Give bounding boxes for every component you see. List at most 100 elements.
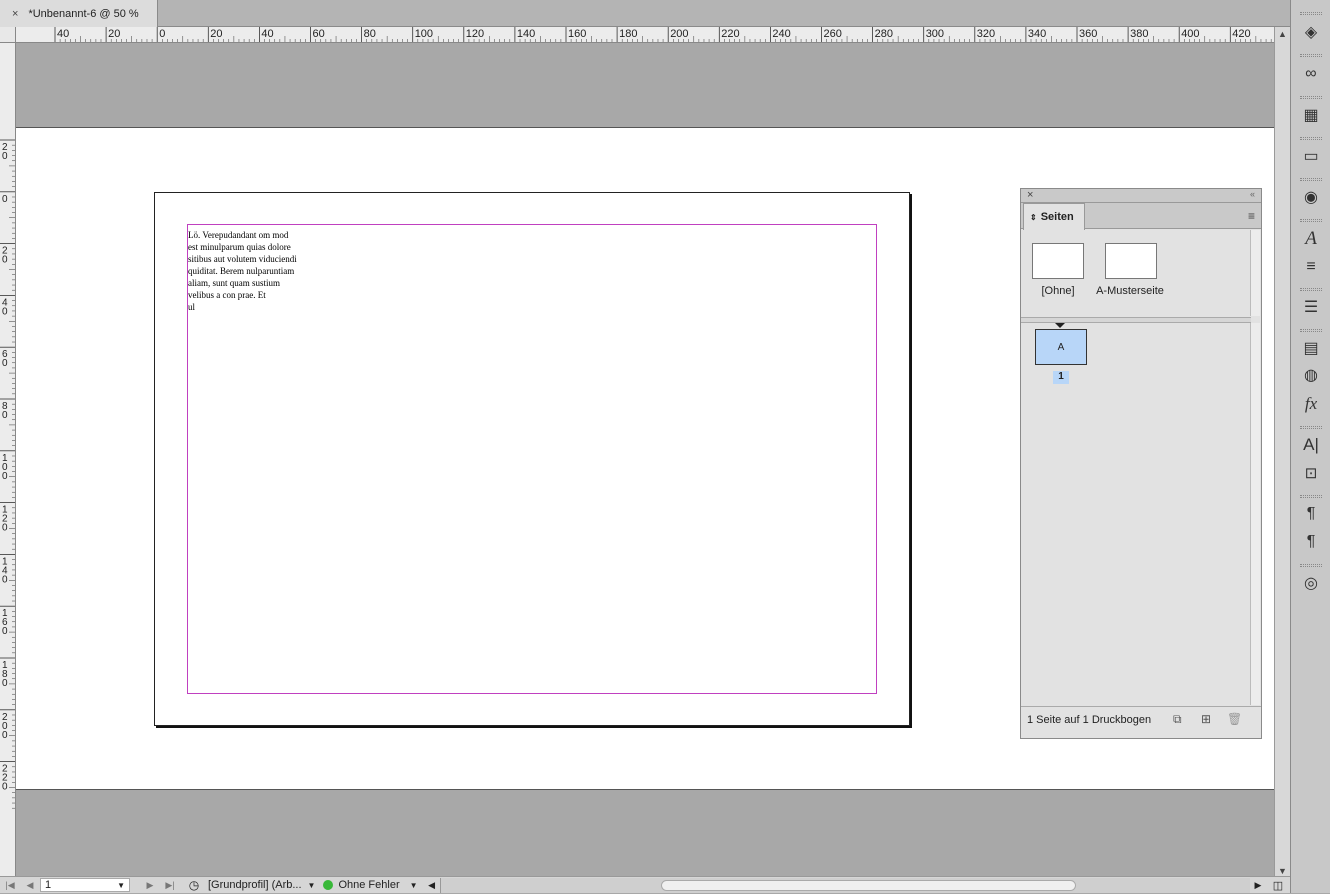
ruler-label: 80 bbox=[364, 28, 376, 40]
panel-menu-icon[interactable]: ≡ bbox=[1248, 209, 1255, 223]
cc-libraries-icon[interactable]: ◎ bbox=[1297, 571, 1325, 595]
panel-footer: 1 Seite auf 1 Druckbogen ⧉ ⊞ 🗑 bbox=[1021, 706, 1261, 738]
page-number-label: 1 bbox=[1053, 371, 1069, 384]
layers-icon[interactable]: ◈ bbox=[1297, 20, 1325, 44]
scroll-down-icon[interactable]: ▼ bbox=[1278, 866, 1287, 876]
swatches-icon[interactable]: ▦ bbox=[1297, 103, 1325, 127]
dock-grip[interactable] bbox=[1300, 426, 1322, 429]
new-page-icon[interactable]: ⊞ bbox=[1201, 712, 1211, 726]
page-count-status: 1 Seite auf 1 Druckbogen bbox=[1027, 714, 1152, 726]
pages-scrollbar[interactable] bbox=[1250, 323, 1260, 705]
text-line: velibus a con prae. Et bbox=[188, 290, 266, 300]
color-icon[interactable]: ◉ bbox=[1297, 185, 1325, 209]
horizontal-scrollbar[interactable] bbox=[439, 877, 1250, 893]
ruler-label: 360 bbox=[1079, 28, 1097, 40]
preflight-status[interactable]: Ohne Fehler ▼ bbox=[323, 877, 423, 894]
pages-panel: × « ⇕ Seiten ≡ [Ohne] A-Musterseite A 1 … bbox=[1020, 188, 1262, 739]
text-line: quiditat. Berem nulparuntiam bbox=[188, 266, 295, 276]
ruler-label: 0 bbox=[2, 358, 8, 369]
preflight-profile[interactable]: [Grundprofil] (Arb... ▼ bbox=[208, 877, 323, 894]
scroll-right-icon[interactable]: ▶ bbox=[1250, 877, 1266, 894]
ruler-label: 0 bbox=[2, 255, 8, 266]
horizontal-ruler[interactable]: 40 20 0 20 40 60 80 100 120 140 160 180 200 220 240 260… bbox=[16, 27, 1274, 43]
ruler-label: 400 bbox=[1181, 28, 1199, 40]
dock-grip[interactable] bbox=[1300, 96, 1322, 99]
preflight-menu-icon[interactable]: ◷ bbox=[180, 877, 208, 894]
gradient-icon[interactable]: ▭ bbox=[1297, 144, 1325, 168]
previous-page-icon[interactable]: ◀ bbox=[20, 877, 40, 894]
page-number-field[interactable]: 1 ▼ bbox=[40, 878, 130, 892]
ruler-label: 140 bbox=[517, 28, 535, 40]
dock-grip[interactable] bbox=[1300, 564, 1322, 567]
vertical-scrollbar[interactable]: ▲ ▼ bbox=[1274, 27, 1290, 878]
edit-page-size-icon[interactable]: ⧉ bbox=[1173, 712, 1182, 727]
dock-grip[interactable] bbox=[1300, 54, 1322, 57]
ruler-label: 420 bbox=[1232, 28, 1250, 40]
dock-grip[interactable] bbox=[1300, 12, 1322, 15]
text-line: aliam, sunt quam sustium bbox=[188, 278, 280, 288]
document-tab[interactable]: × *Unbenannt-6 @ 50 % bbox=[0, 0, 158, 27]
preflight-status-label: Ohne Fehler bbox=[338, 879, 400, 891]
ruler-label: 0 bbox=[2, 782, 8, 793]
spine-marker-icon bbox=[1055, 323, 1065, 328]
text-line: ul bbox=[188, 302, 196, 312]
tab-pages[interactable]: ⇕ Seiten bbox=[1023, 203, 1085, 230]
vertical-ruler[interactable]: 20020406080100120140160180200220 bbox=[0, 43, 16, 878]
ruler-origin[interactable] bbox=[0, 27, 16, 43]
character-styles-icon[interactable]: A bbox=[1297, 227, 1325, 251]
horizontal-scroll-thumb[interactable] bbox=[660, 879, 1076, 891]
effects-icon[interactable]: fx bbox=[1297, 392, 1325, 416]
status-bar: |◀ ◀ 1 ▼ ▶ ▶| ◷ [Grundprofil] (Arb... ▼ … bbox=[0, 876, 1290, 893]
dock-grip[interactable] bbox=[1300, 329, 1322, 332]
last-page-icon[interactable]: ▶| bbox=[160, 877, 180, 894]
preflight-ok-icon bbox=[323, 880, 334, 890]
masters-scrollbar[interactable] bbox=[1250, 230, 1260, 316]
dock-grip[interactable] bbox=[1300, 137, 1322, 140]
tab-pages-label: Seiten bbox=[1040, 211, 1074, 223]
chevron-down-icon[interactable]: ▼ bbox=[117, 881, 125, 890]
scroll-up-icon[interactable]: ▲ bbox=[1278, 29, 1287, 39]
ruler-label: 40 bbox=[261, 28, 273, 40]
paragraph-icon[interactable]: ¶ bbox=[1297, 502, 1325, 526]
color-picker-icon[interactable]: ◍ bbox=[1297, 363, 1325, 387]
ruler-label: 0 bbox=[2, 523, 8, 534]
text-frame[interactable]: Lö. Verepudandant om mod est minulparum … bbox=[188, 229, 318, 313]
page-thumbnail[interactable]: A bbox=[1035, 329, 1087, 365]
ruler-label: 0 bbox=[2, 410, 8, 421]
paragraph-rules-icon[interactable]: ☰ bbox=[1297, 295, 1325, 319]
dock-grip[interactable] bbox=[1300, 178, 1322, 181]
ruler-label: 340 bbox=[1028, 28, 1046, 40]
ruler-label: 40 bbox=[57, 28, 69, 40]
master-none-thumbnail[interactable] bbox=[1032, 243, 1084, 279]
ruler-label: 320 bbox=[977, 28, 995, 40]
split-window-icon[interactable]: ◫ bbox=[1266, 877, 1290, 894]
ruler-label: 280 bbox=[875, 28, 893, 40]
links-icon[interactable]: ∞ bbox=[1297, 62, 1325, 86]
ruler-label: 200 bbox=[670, 28, 688, 40]
paragraph-styles-icon[interactable]: ¶ bbox=[1297, 530, 1325, 554]
ruler-label: 0 bbox=[2, 730, 8, 741]
master-a-label: A-Musterseite bbox=[1096, 285, 1164, 297]
trash-icon[interactable]: 🗑 bbox=[1227, 712, 1242, 726]
text-wrap-icon[interactable]: ▤ bbox=[1297, 336, 1325, 360]
collapse-icon[interactable]: « bbox=[1250, 189, 1255, 199]
stroke-icon[interactable]: ≡ bbox=[1297, 255, 1325, 279]
dock-grip[interactable] bbox=[1300, 288, 1322, 291]
close-icon[interactable]: × bbox=[1027, 189, 1033, 201]
master-a-thumbnail[interactable] bbox=[1105, 243, 1157, 279]
object-styles-icon[interactable]: ⊡ bbox=[1297, 461, 1325, 485]
first-page-icon[interactable]: |◀ bbox=[0, 877, 20, 894]
next-page-icon[interactable]: ▶ bbox=[140, 877, 160, 894]
panel-dock: ◈ ∞ ▦ ▭ ◉ A ≡ ☰ ▤ ◍ fx A| ⊡ ¶ ¶ ◎ bbox=[1290, 0, 1330, 893]
ruler-label: 0 bbox=[2, 306, 8, 317]
ruler-label: 160 bbox=[568, 28, 586, 40]
ruler-label: 300 bbox=[926, 28, 944, 40]
dock-grip[interactable] bbox=[1300, 219, 1322, 222]
panel-title-bar[interactable]: × « bbox=[1021, 189, 1261, 203]
character-icon[interactable]: A| bbox=[1297, 433, 1325, 457]
ruler-label: 0 bbox=[2, 471, 8, 482]
dock-grip[interactable] bbox=[1300, 495, 1322, 498]
close-tab-icon[interactable]: × bbox=[12, 8, 18, 20]
scroll-left-icon[interactable]: ◀ bbox=[424, 877, 440, 894]
text-line: est minulparum quias dolore bbox=[188, 242, 291, 252]
